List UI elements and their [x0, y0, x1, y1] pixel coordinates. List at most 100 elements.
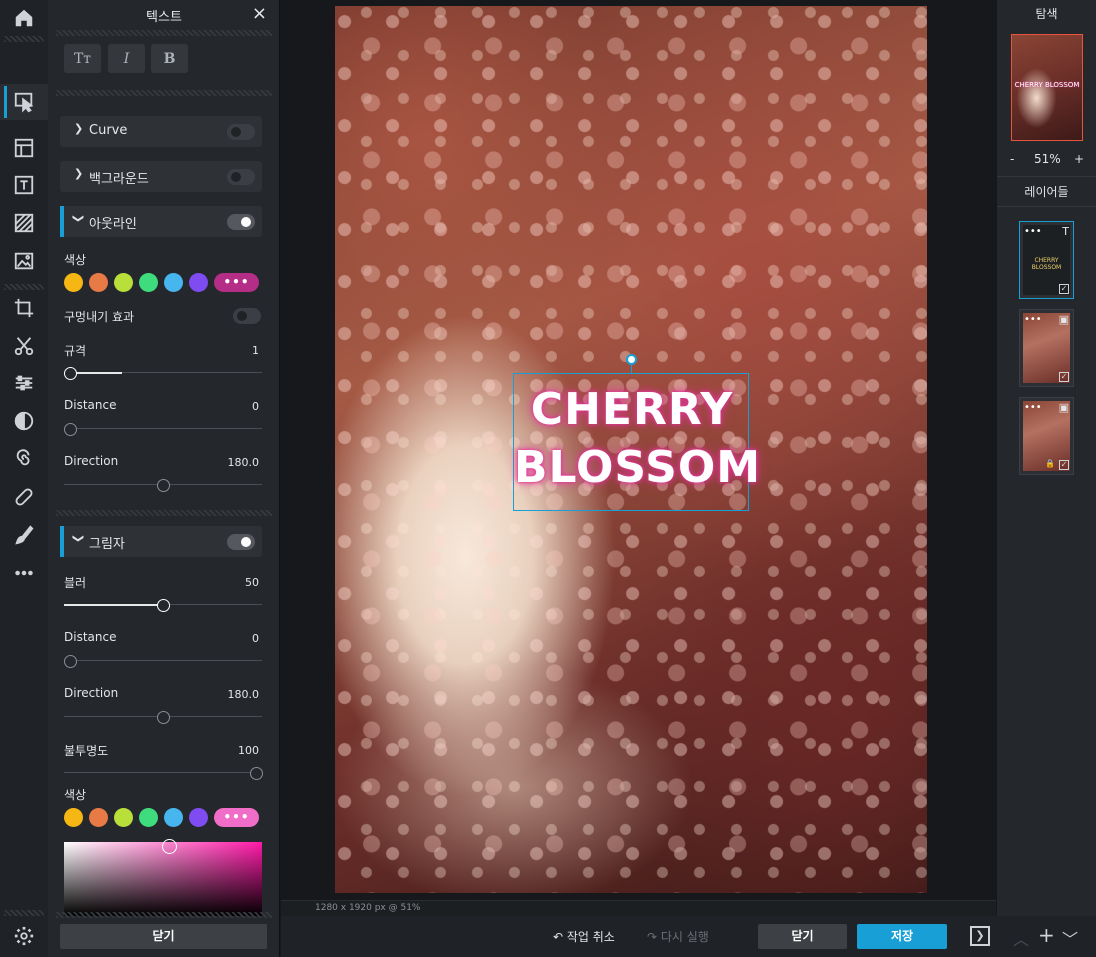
slider-thumb[interactable] [157, 479, 170, 492]
swatch-orange[interactable] [89, 272, 108, 292]
background-toggle[interactable] [227, 169, 255, 185]
close-icon[interactable]: × [252, 3, 267, 24]
undo-button[interactable]: ↶ 작업 취소 [553, 928, 615, 945]
swatch-purple[interactable] [189, 807, 208, 827]
panel-divider [56, 90, 272, 96]
bandage-icon[interactable] [0, 479, 48, 515]
italic-button[interactable]: I [108, 44, 145, 73]
outline-more-colors-button[interactable]: ••• [214, 272, 259, 292]
right-divider [997, 206, 1096, 207]
text-layer-icon: T [1062, 225, 1069, 238]
slider-thumb[interactable] [250, 767, 263, 780]
layer-visibility-checkbox[interactable]: ✓ [1059, 460, 1069, 470]
slider-thumb[interactable] [157, 711, 170, 724]
text-layer-selection[interactable]: CHERRY BLOSSOM [513, 354, 760, 511]
blur-slider[interactable] [64, 599, 262, 612]
save-button[interactable]: 저장 [857, 924, 947, 949]
rotate-handle[interactable] [626, 354, 637, 365]
chevron-up-icon[interactable]: ︿ [1013, 926, 1029, 950]
layer-visibility-checkbox[interactable]: ✓ [1059, 284, 1069, 294]
swatch-yellow[interactable] [64, 272, 83, 292]
redo-button[interactable]: ↷ 다시 실행 [647, 928, 709, 945]
shadow-direction-slider[interactable] [64, 711, 262, 724]
panel-close-button[interactable]: 닫기 [60, 924, 267, 949]
shadow-distance-slider[interactable] [64, 655, 262, 668]
rotate-handle-stem [631, 364, 632, 374]
layer-text[interactable]: CHERRY BLOSSOM ••• T ✓ [1019, 221, 1074, 299]
shadow-more-colors-button[interactable]: ••• [214, 807, 259, 827]
swatch-lime[interactable] [114, 807, 133, 827]
zoom-out-button[interactable]: - [1010, 152, 1014, 166]
crop-icon[interactable] [0, 290, 48, 326]
panel-divider [56, 510, 272, 516]
slider-thumb[interactable] [157, 599, 170, 612]
layer-thumb-text: CHERRY BLOSSOM [1031, 257, 1062, 271]
layer-more-icon[interactable]: ••• [1024, 226, 1042, 237]
image-icon[interactable] [0, 243, 48, 279]
swatch-blue[interactable] [164, 272, 183, 292]
layer-image-1[interactable]: ••• ▣ ✓ [1019, 309, 1074, 387]
left-toolbar [0, 0, 48, 957]
slider-thumb[interactable] [64, 655, 77, 668]
home-icon[interactable] [0, 0, 48, 36]
canvas-text-line1[interactable]: CHERRY [514, 384, 750, 435]
shadow-swatches: ••• [64, 807, 259, 827]
outline-distance-slider[interactable] [64, 423, 262, 436]
image-layer-icon: ▣ [1058, 313, 1069, 326]
canvas-workspace[interactable]: CHERRY BLOSSOM [281, 0, 996, 916]
text-icon[interactable] [0, 167, 48, 203]
layer-image-2[interactable]: ••• ▣ 🔒 ✓ [1019, 397, 1074, 475]
chevron-down-icon[interactable]: ﹀ [1062, 926, 1078, 950]
outline-direction-value: 180.0 [227, 456, 260, 469]
swatch-lime[interactable] [114, 272, 133, 292]
outline-direction-slider[interactable] [64, 479, 262, 492]
swatch-yellow[interactable] [64, 807, 83, 827]
font-size-button[interactable]: Tт [64, 44, 101, 73]
color-picker-thumb[interactable] [162, 839, 177, 854]
swatch-purple[interactable] [189, 272, 208, 292]
outline-size-slider[interactable] [64, 367, 262, 380]
outline-color-label: 색상 [64, 253, 87, 267]
slider-thumb[interactable] [64, 367, 77, 380]
toolbar-divider [4, 36, 44, 42]
outline-section[interactable]: ❯ 아웃라인 [60, 206, 262, 237]
brush-icon[interactable] [0, 517, 48, 553]
background-section[interactable]: ❯ 백그라운드 [60, 161, 262, 192]
shadow-section[interactable]: ❯ 그림자 [60, 526, 262, 557]
adjust-icon[interactable] [0, 365, 48, 401]
swatch-blue[interactable] [164, 807, 183, 827]
text-panel: 텍스트 × Tт I B ❯ Curve ❯ 백그라운드 ❯ 아웃라인 색상 •… [48, 0, 280, 957]
plus-icon[interactable]: + [1038, 923, 1055, 947]
bold-button[interactable]: B [151, 44, 188, 73]
select-icon[interactable] [0, 84, 48, 120]
knockout-toggle[interactable] [233, 308, 261, 324]
layout-icon[interactable] [0, 130, 48, 166]
slider-thumb[interactable] [64, 423, 77, 436]
settings-icon[interactable] [0, 918, 48, 954]
chevron-down-icon: ❯ [72, 533, 86, 544]
navigator-thumbnail[interactable]: CHERRY BLOSSOM [1011, 34, 1083, 141]
swatch-orange[interactable] [89, 807, 108, 827]
shadow-toggle[interactable] [227, 534, 255, 550]
curve-toggle[interactable] [227, 124, 255, 140]
layer-more-icon[interactable]: ••• [1024, 402, 1042, 413]
curve-section[interactable]: ❯ Curve [60, 116, 262, 147]
panel-toggle-icon[interactable]: ❯ [970, 926, 990, 946]
canvas-photo[interactable]: CHERRY BLOSSOM [335, 6, 927, 893]
close-button[interactable]: 닫기 [758, 924, 847, 949]
cut-icon[interactable] [0, 328, 48, 364]
swatch-green[interactable] [139, 272, 158, 292]
pattern-icon[interactable] [0, 205, 48, 241]
layer-more-icon[interactable]: ••• [1024, 314, 1042, 325]
color-picker[interactable] [64, 839, 262, 916]
opacity-slider[interactable] [64, 767, 263, 780]
swirl-icon[interactable] [0, 441, 48, 477]
shadow-direction-label: Direction [64, 686, 119, 700]
layer-visibility-checkbox[interactable]: ✓ [1059, 372, 1069, 382]
contrast-icon[interactable] [0, 403, 48, 439]
outline-toggle[interactable] [227, 214, 255, 230]
more-icon[interactable] [0, 555, 48, 591]
canvas-text-line2[interactable]: BLOSSOM [514, 442, 760, 493]
swatch-green[interactable] [139, 807, 158, 827]
zoom-in-button[interactable]: + [1074, 152, 1084, 166]
